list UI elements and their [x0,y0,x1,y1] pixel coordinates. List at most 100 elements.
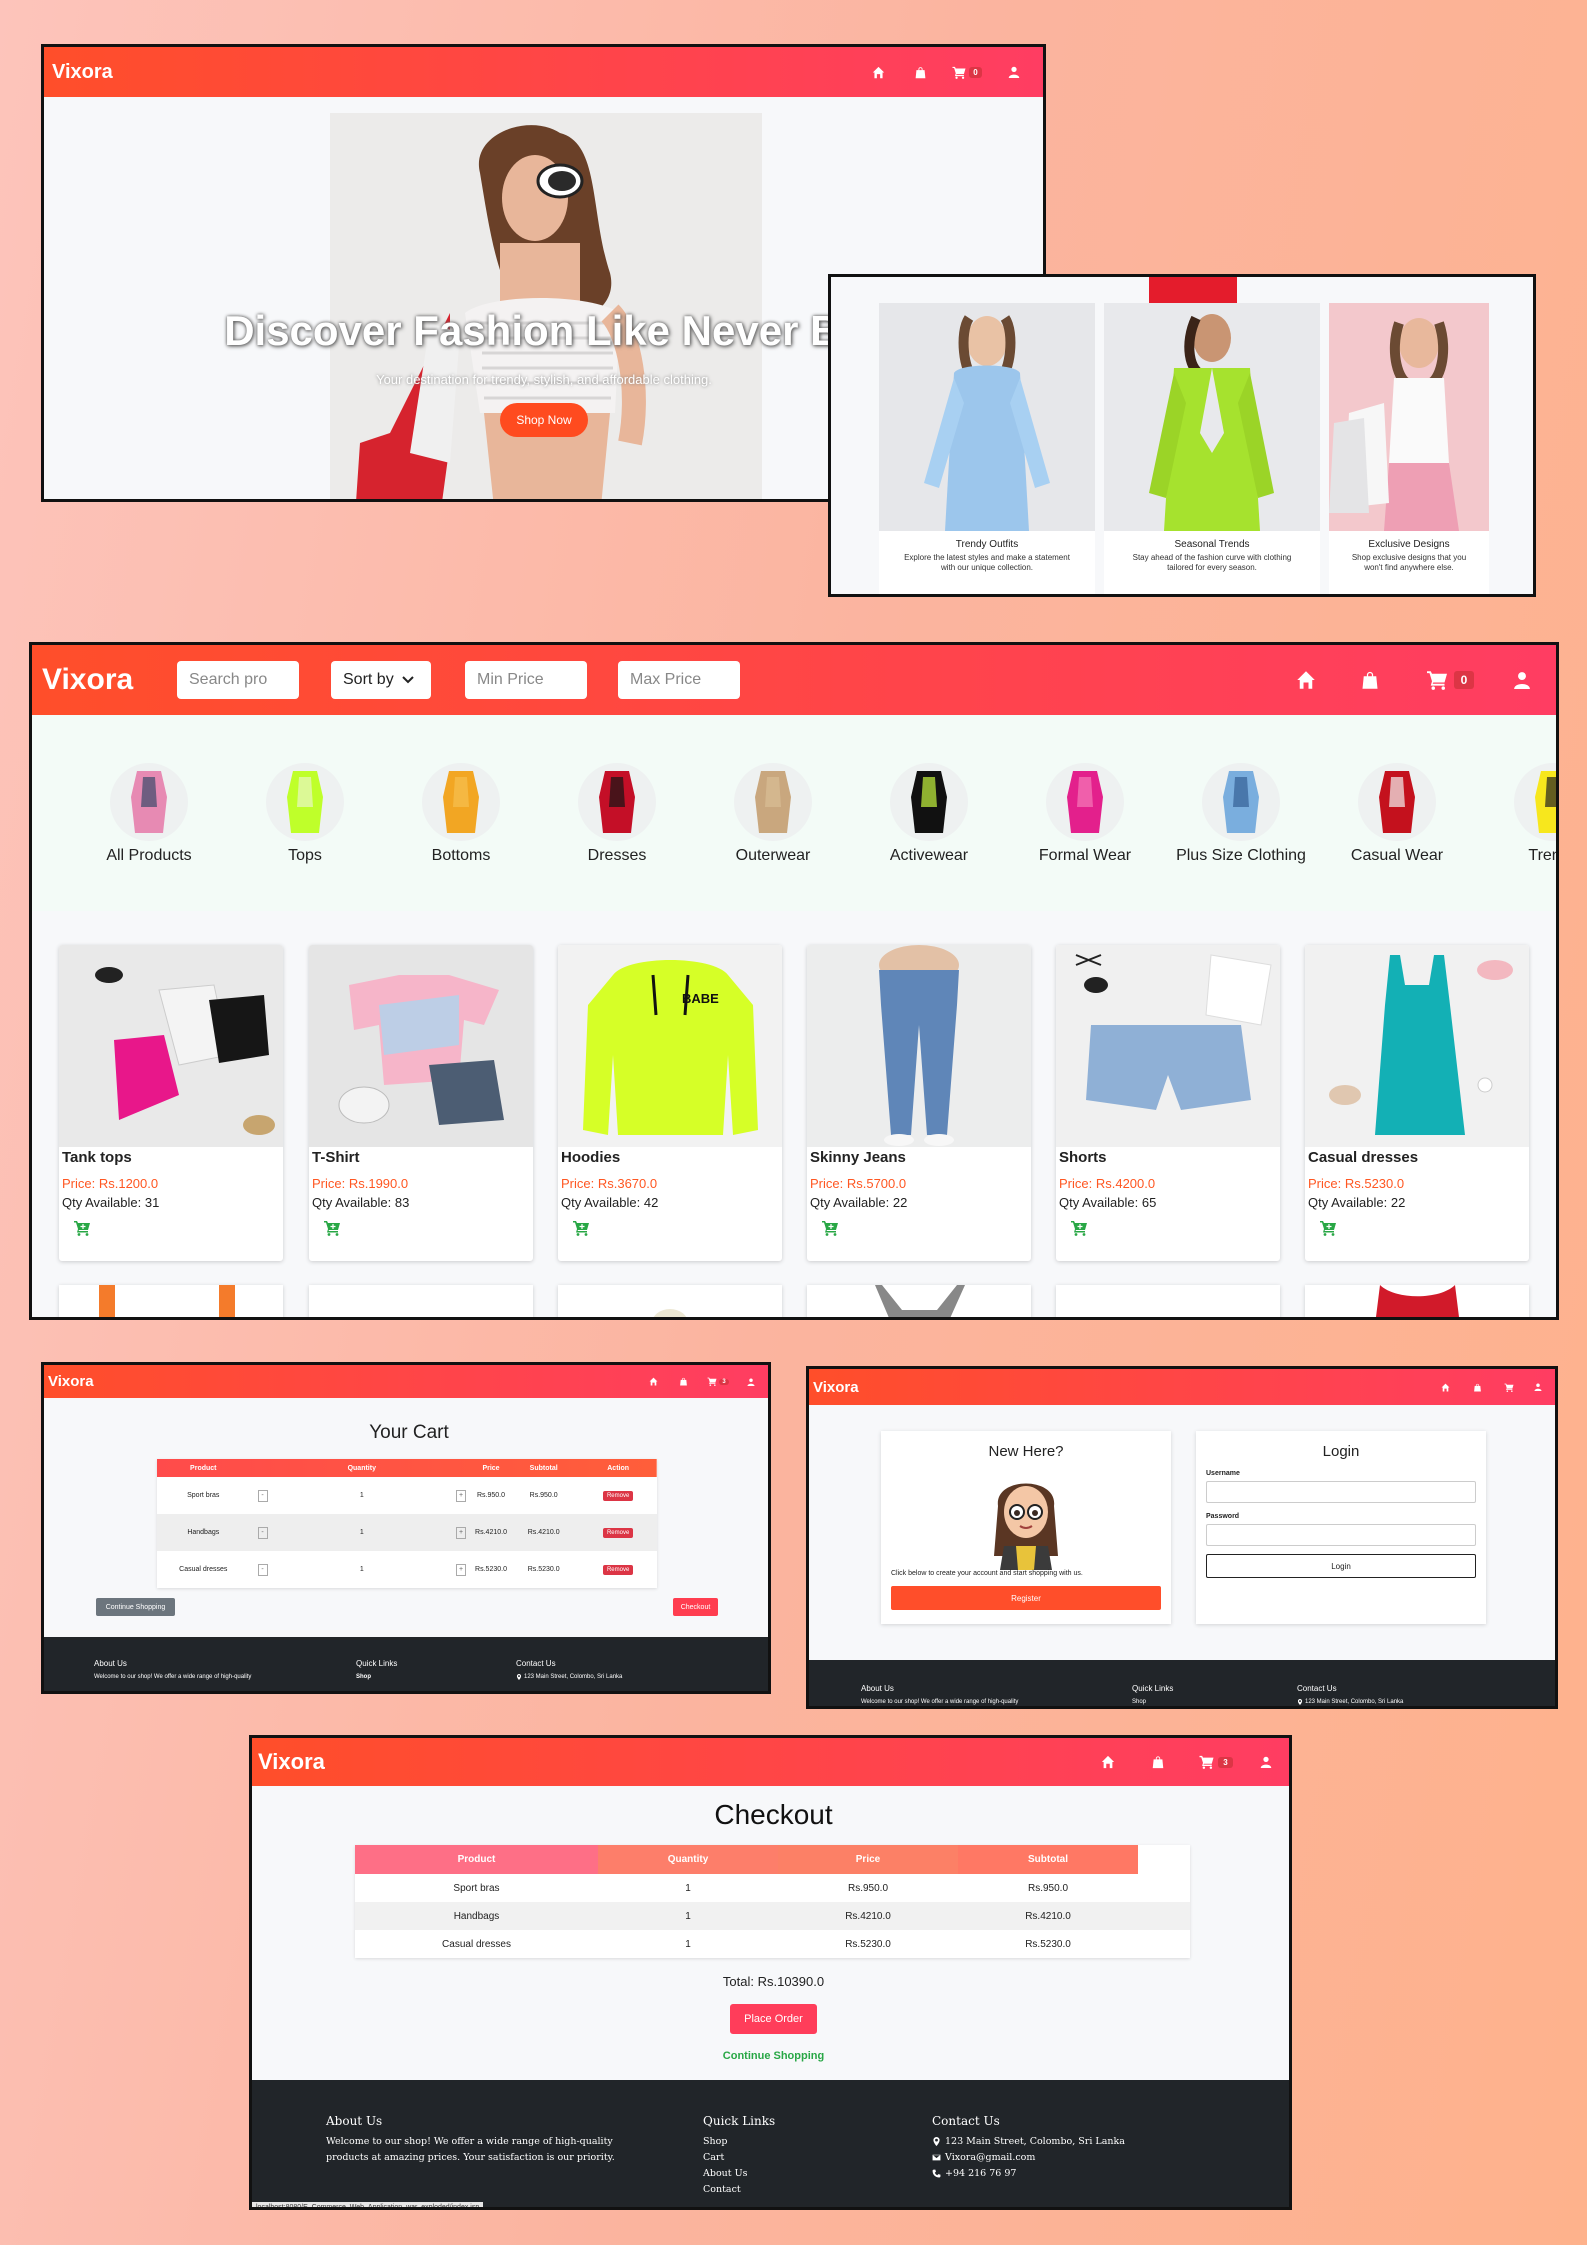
increase-qty-button[interactable]: + [456,1489,466,1502]
cart-icon[interactable] [1493,1383,1525,1392]
product-image[interactable] [807,945,1031,1147]
home-icon[interactable] [1083,1755,1133,1769]
collection-card-trendy[interactable]: Trendy Outfits Explore the latest styles… [879,303,1095,594]
product-card[interactable]: Shorts Price: Rs.4200.0 Qty Available: 65 [1056,945,1280,1261]
footer-email[interactable]: Vixora@gmail.com [945,2152,1035,2163]
brand-logo[interactable]: Vixora [42,663,177,697]
shopping-bag-icon[interactable] [1461,1383,1493,1392]
add-to-cart-icon[interactable] [323,1220,341,1236]
checkout-button[interactable]: Checkout [673,1598,718,1616]
category-casual-wear[interactable]: Casual Wear [1319,763,1475,865]
add-to-cart-icon[interactable] [73,1220,91,1236]
product-card[interactable]: Skinny Jeans Price: Rs.5700.0 Qty Availabl… [807,945,1031,1261]
cart-icon[interactable]: 0 [941,66,993,79]
increase-qty-button[interactable]: + [456,1526,466,1539]
search-input[interactable]: Search pro [177,661,299,699]
qty-input[interactable]: 1 [268,1529,456,1536]
user-icon[interactable] [738,1378,764,1386]
category-trendy[interactable]: Trendy [1475,763,1556,865]
add-to-cart-icon[interactable] [821,1220,839,1236]
footer-link-cart[interactable]: Cart [703,2152,724,2163]
product-image[interactable] [1056,945,1280,1147]
home-icon[interactable] [857,66,899,79]
category-bottoms[interactable]: Bottoms [383,763,539,865]
home-icon[interactable] [638,1377,668,1386]
category-dresses[interactable]: Dresses [539,763,695,865]
register-button[interactable]: Register [891,1586,1161,1610]
add-to-cart-icon[interactable] [1070,1220,1088,1236]
cart-icon[interactable]: 3 [1183,1755,1249,1769]
product-card-partial[interactable] [1305,1285,1529,1317]
product-card-partial[interactable] [558,1285,782,1317]
category-outerwear[interactable]: Outerwear [695,763,851,865]
remove-button[interactable]: Remove [602,1527,634,1538]
footer-link-shop[interactable]: Shop [1132,1699,1146,1705]
username-input[interactable] [1206,1481,1476,1503]
max-price-input[interactable]: Max Price [618,661,740,699]
product-card[interactable]: Tank tops Price: Rs.1200.0 Qty Available: … [59,945,283,1261]
add-to-cart-icon[interactable] [572,1220,590,1236]
add-to-cart-icon[interactable] [1319,1220,1337,1236]
footer-phone: +94 216 76 97 [945,2168,1017,2179]
continue-shopping-button[interactable]: Continue Shopping [96,1598,175,1616]
continue-shopping-link[interactable]: Continue Shopping [252,2050,1289,2062]
collection-card-exclusive[interactable]: Exclusive Designs Shop exclusive designs… [1329,303,1489,594]
decrease-qty-button[interactable]: - [257,1489,268,1502]
brand-logo[interactable]: Vixora [258,1749,325,1775]
product-image[interactable]: BABE [558,945,782,1147]
shopping-bag-icon[interactable] [1338,670,1402,690]
qty-input[interactable]: 1 [268,1566,456,1573]
collection-card-seasonal[interactable]: Seasonal Trends Stay ahead of the fashio… [1104,303,1320,594]
home-icon[interactable] [1274,670,1338,690]
footer-link-shop[interactable]: Shop [356,1674,371,1680]
category-activewear[interactable]: Activewear [851,763,1007,865]
table-header-cell: Subtotal [529,1464,558,1472]
decrease-qty-button[interactable]: - [257,1526,268,1539]
checkout-price: Rs.950.0 [847,1882,889,1894]
product-image[interactable] [59,945,283,1147]
footer-link-contact[interactable]: Contact [703,2184,741,2195]
remove-button[interactable]: Remove [602,1490,634,1501]
brand-logo[interactable]: Vixora [813,1379,859,1396]
shopping-bag-icon[interactable] [668,1377,698,1386]
product-card-partial[interactable] [1056,1285,1280,1317]
category-label: Activewear [889,847,969,864]
qty-input[interactable]: 1 [268,1492,456,1499]
category-all-products[interactable]: All Products [71,763,227,865]
password-input[interactable] [1206,1524,1476,1546]
category-plus-size-clothing[interactable]: Plus Size Clothing [1163,763,1319,865]
shopping-bag-icon[interactable] [1133,1755,1183,1769]
user-icon[interactable] [1525,1383,1551,1391]
brand-logo[interactable]: Vixora [48,1373,94,1390]
user-icon[interactable] [1498,671,1546,689]
product-card-partial[interactable] [309,1285,533,1317]
shop-now-button[interactable]: Shop Now [500,403,588,437]
increase-qty-button[interactable]: + [456,1563,466,1576]
cart-badge: 0 [969,66,982,78]
place-order-button[interactable]: Place Order [730,2004,817,2034]
user-icon[interactable] [993,66,1035,78]
cart-icon[interactable]: 3 [698,1377,738,1386]
product-card-partial[interactable] [807,1285,1031,1317]
product-card[interactable]: BABE Hoodies Price: Rs.3670.0 Qty Available… [558,945,782,1261]
category-tops[interactable]: Tops [227,763,383,865]
shopping-bag-icon[interactable] [899,66,941,79]
login-button[interactable]: Login [1206,1554,1476,1578]
sort-select[interactable]: Sort by [331,661,431,699]
footer-link-about[interactable]: About Us [703,2168,748,2179]
footer-link-shop[interactable]: Shop [703,2136,727,2147]
decrease-qty-button[interactable]: - [257,1563,268,1576]
brand-logo[interactable]: Vixora [52,61,113,84]
product-card-partial[interactable] [59,1285,283,1317]
browser-status-bar: localhost:8080/E_Commerce_Web_Applicatio… [252,2202,484,2207]
home-icon[interactable] [1429,1383,1461,1392]
cart-icon[interactable]: 0 [1402,670,1498,690]
product-card[interactable]: T-Shirt Price: Rs.1990.0 Qty Available: 83 [309,945,533,1261]
product-image[interactable] [1305,945,1529,1147]
product-image[interactable] [309,945,533,1147]
user-icon[interactable] [1249,1756,1283,1768]
remove-button[interactable]: Remove [602,1564,634,1575]
min-price-input[interactable]: Min Price [465,661,587,699]
category-formal-wear[interactable]: Formal Wear [1007,763,1163,865]
product-card[interactable]: Casual dresses Price: Rs.5230.0 Qty Availa… [1305,945,1529,1261]
